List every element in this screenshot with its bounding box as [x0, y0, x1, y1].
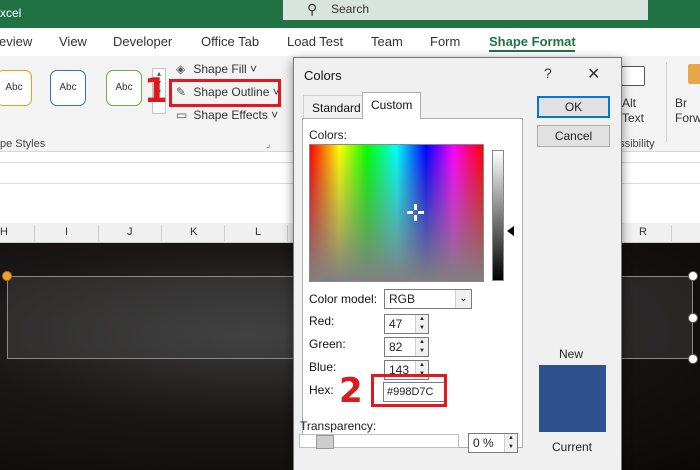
stepper-arrows-icon[interactable]: ▲ ▼ — [415, 315, 428, 333]
paint-bucket-icon: ◈ — [176, 62, 186, 76]
shape-resize-handle-bottom-right[interactable] — [688, 354, 698, 364]
transparency-stepper[interactable]: 0 % ▲ ▼ — [468, 433, 518, 453]
tab-load-test[interactable]: Load Test — [287, 34, 343, 49]
color-model-label: Color model: — [309, 292, 378, 306]
shape-style-swatch-blue[interactable]: Abc — [50, 70, 86, 106]
column-header-i[interactable]: I — [65, 226, 68, 238]
color-model-value: RGB — [389, 292, 416, 306]
close-icon[interactable]: ✕ — [587, 64, 600, 84]
column-header-r[interactable]: R — [639, 226, 647, 238]
search-placeholder: Search — [331, 2, 370, 16]
dialog-launcher-icon[interactable]: ⌟ — [266, 139, 270, 150]
column-separator — [161, 225, 162, 241]
bring-forward-button[interactable]: Br Forw — [675, 96, 700, 126]
tab-view[interactable]: View — [59, 34, 87, 49]
app-title: xcel — [0, 6, 22, 20]
bring-forward-line1: Br — [675, 96, 687, 110]
bring-forward-icon[interactable] — [688, 64, 700, 84]
tab-developer[interactable]: Developer — [113, 34, 172, 49]
color-preview-swatch — [539, 365, 606, 432]
column-separator — [98, 225, 99, 241]
ok-button[interactable]: OK — [537, 96, 610, 118]
red-stepper[interactable]: 47 ▲ ▼ — [384, 314, 429, 334]
column-separator — [671, 225, 672, 241]
title-bar: xcel ⚲ Search — [0, 0, 700, 28]
column-header-k[interactable]: K — [190, 226, 197, 238]
green-value: 82 — [389, 340, 403, 354]
luminance-slider[interactable] — [492, 150, 504, 281]
tab-custom[interactable]: Custom — [362, 92, 422, 119]
shape-fill-label: Shape Fill — [193, 62, 247, 76]
highlight-hex-input — [371, 374, 447, 407]
highlight-shape-outline — [169, 79, 281, 107]
green-stepper[interactable]: 82 ▲ ▼ — [384, 337, 429, 357]
bring-forward-line2: Forw — [675, 111, 700, 125]
transparency-label: Transparency: — [300, 419, 377, 433]
shape-fill-button[interactable]: ◈ Shape Fill ˅ — [176, 62, 257, 76]
dialog-title: Colors — [304, 68, 342, 83]
alt-text-button[interactable]: Alt Text — [622, 96, 644, 126]
luminance-pointer-icon[interactable] — [507, 226, 514, 236]
tab-form[interactable]: Form — [430, 34, 460, 49]
stepper-arrows-icon[interactable]: ▲ ▼ — [415, 338, 428, 356]
column-header-l[interactable]: L — [255, 226, 261, 238]
group-divider — [666, 62, 667, 142]
transparency-slider-thumb[interactable] — [316, 435, 334, 449]
shape-effects-button[interactable]: ▭ Shape Effects ˅ — [176, 108, 278, 122]
active-tab-underline — [489, 50, 575, 52]
shape-resize-handle-right[interactable] — [688, 313, 698, 323]
red-value: 47 — [389, 317, 403, 331]
shape-styles-group-label: pe Styles — [0, 138, 46, 150]
tab-office-tab[interactable]: Office Tab — [201, 34, 259, 49]
stepper-arrows-icon[interactable]: ▲ ▼ — [504, 434, 517, 452]
cancel-button[interactable]: Cancel — [537, 125, 610, 147]
new-color-label: New — [559, 347, 584, 361]
column-separator — [224, 225, 225, 241]
hex-label: Hex: — [309, 383, 334, 397]
shape-effects-label: Shape Effects — [193, 108, 268, 122]
shape-rotate-handle[interactable] — [2, 271, 12, 281]
alt-text-line2: Text — [622, 111, 645, 125]
colors-label: Colors: — [309, 128, 348, 142]
color-spectrum-picker[interactable] — [309, 144, 484, 282]
column-header-h[interactable]: H — [0, 226, 8, 238]
column-header-j[interactable]: J — [127, 226, 133, 238]
chevron-down-icon: ⌄ — [455, 290, 471, 308]
callout-step-2: 2 — [339, 371, 363, 411]
alt-text-icon[interactable] — [621, 66, 645, 86]
shape-resize-handle-top-right[interactable] — [688, 271, 698, 281]
crosshair-icon[interactable] — [407, 204, 424, 221]
tab-review[interactable]: eview — [0, 34, 32, 49]
tab-team[interactable]: Team — [371, 34, 403, 49]
column-separator — [287, 225, 288, 241]
column-separator — [34, 225, 35, 241]
green-label: Green: — [309, 337, 346, 351]
color-model-select[interactable]: RGB ⌄ — [384, 289, 472, 309]
search-icon: ⚲ — [307, 1, 318, 17]
red-label: Red: — [309, 314, 335, 328]
tab-standard[interactable]: Standard — [303, 95, 370, 119]
current-color-label: Current — [552, 440, 593, 454]
search-box[interactable]: ⚲ Search — [283, 0, 648, 20]
tab-shape-format[interactable]: Shape Format — [489, 34, 576, 49]
shape-style-swatch-orange[interactable]: Abc — [0, 70, 32, 106]
blue-label: Blue: — [309, 360, 337, 374]
ribbon-tab-bar: eview View Developer Office Tab Load Tes… — [0, 28, 700, 56]
shape-style-swatch-green[interactable]: Abc — [106, 70, 142, 106]
help-icon[interactable]: ? — [544, 65, 552, 81]
effects-icon: ▭ — [176, 108, 188, 122]
alt-text-line1: Alt — [622, 96, 637, 110]
transparency-value: 0 % — [473, 436, 494, 450]
callout-step-1: 1 — [144, 71, 168, 111]
